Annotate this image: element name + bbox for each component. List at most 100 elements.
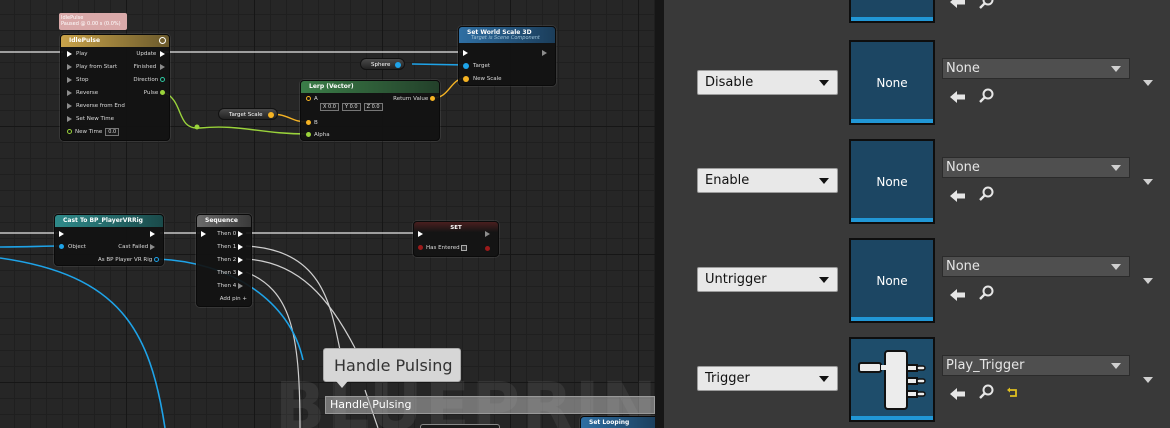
pin-seq-then4[interactable]: Then 4 (217, 282, 247, 290)
timeline-status-bubble: IdlePulse Paused @ 0.00 s (0.0%) (59, 13, 127, 30)
set-looping-header: Set Looping (581, 417, 655, 428)
pin-play[interactable]: Play (67, 50, 87, 58)
lerp-vector-node[interactable]: Lerp (Vector) A X 0.0 Y 0.0 Z 0.0 B Alpha … (300, 80, 440, 141)
pin-seq-exec[interactable] (201, 230, 210, 238)
pin-cast-as[interactable]: As BP Player VR Rig (98, 256, 159, 264)
sound-cue-icon (858, 350, 926, 410)
pin-cast-object[interactable]: Object (59, 243, 86, 251)
chevron-down-icon (1111, 165, 1121, 171)
timeline-node-header: IdlePulse (61, 35, 169, 47)
pin-seq-then0[interactable]: Then 0 (217, 230, 247, 238)
back-arrow-icon[interactable] (949, 0, 967, 10)
pin-lerp-a[interactable]: A (306, 95, 318, 103)
pin-lerp-b[interactable]: B (306, 119, 318, 127)
browse-search-icon[interactable] (978, 88, 996, 104)
details-panel: Disable None None Enable None None Untri… (664, 0, 1170, 428)
browse-search-icon[interactable] (978, 285, 996, 301)
pin-sws-exec[interactable] (463, 49, 472, 57)
pin-cast-failed[interactable]: Cast Failed (118, 243, 159, 251)
expand-chevron-icon[interactable] (1143, 179, 1153, 185)
asset-select-untrigger[interactable]: None (942, 256, 1130, 277)
pin-set-exec-out[interactable] (485, 230, 494, 238)
pin-cast-exec-out[interactable] (150, 230, 159, 238)
pin-cast-exec[interactable] (59, 230, 68, 238)
sphere-variable-node[interactable]: Sphere (360, 58, 406, 70)
asset-thumbnail-enable[interactable]: None (849, 139, 935, 224)
object-wire-1 (0, 245, 61, 248)
pin-reverse[interactable]: Reverse (67, 89, 98, 97)
set-output-pin[interactable] (485, 246, 490, 251)
set-has-entered-node[interactable]: SET Has Entered (413, 221, 499, 257)
pin-lerp-alpha[interactable]: Alpha (306, 131, 330, 139)
timeline-node-title: IdlePulse (69, 37, 101, 44)
set-world-scale-subtitle: Target is Scene Component (471, 35, 540, 41)
pin-finished[interactable]: Finished (134, 63, 165, 71)
target-scale-variable-node[interactable]: Target Scale (218, 108, 278, 120)
cast-node[interactable]: Cast To BP_PlayerVRRig Object Cast Faile… (54, 214, 164, 266)
timeline-node[interactable]: IdlePulse Play Play from Start Stop Reve… (60, 34, 170, 141)
browse-search-icon[interactable] (978, 0, 996, 10)
timeline-bubble-status: Paused @ 0.00 s (0.0%) (61, 21, 121, 27)
asset-thumbnail-0[interactable] (849, 0, 935, 23)
pin-set-new-time[interactable]: Set New Time (67, 115, 114, 123)
pin-sws-exec-out[interactable] (542, 49, 551, 57)
blueprint-graph[interactable]: BLUEPRINT IdlePulse Paused @ 0.00 s (0.0… (0, 0, 655, 428)
sequence-node[interactable]: Sequence Then 0 Then 1 Then 2 Then 3 The… (196, 214, 252, 307)
pin-seq-then1[interactable]: Then 1 (217, 243, 247, 251)
chevron-down-icon (819, 277, 829, 283)
set-looping-node[interactable]: Set Looping (580, 416, 655, 428)
pin-sws-target[interactable]: Target (463, 62, 490, 70)
has-entered-checkbox[interactable] (461, 244, 468, 251)
sequence-header: Sequence (197, 215, 251, 227)
back-arrow-icon[interactable] (949, 89, 967, 105)
pin-stop[interactable]: Stop (67, 76, 89, 84)
comment-title-bar[interactable]: Handle Pulsing (325, 396, 655, 414)
object-wire-2 (0, 257, 166, 428)
asset-thumbnail-disable[interactable]: None (849, 40, 935, 125)
comment-tooltip: Handle Pulsing (323, 348, 461, 388)
exec-wire-then3 (245, 271, 301, 428)
pin-pulse[interactable]: Pulse (144, 89, 165, 97)
asset-thumbnail-trigger[interactable] (849, 337, 935, 422)
pin-has-entered[interactable]: Has Entered (418, 244, 468, 252)
event-select-enable[interactable]: Enable (697, 168, 838, 193)
pin-lerp-return[interactable]: Return Value (393, 95, 435, 103)
pin-set-exec[interactable] (418, 230, 427, 238)
browse-search-icon[interactable] (978, 186, 996, 202)
chevron-down-icon (1111, 363, 1121, 369)
back-arrow-icon[interactable] (949, 386, 967, 402)
lerp-a-fields[interactable]: X 0.0 Y 0.0 Z 0.0 (317, 103, 383, 111)
panel-splitter[interactable] (655, 0, 664, 428)
event-select-untrigger[interactable]: Untrigger (697, 267, 838, 292)
back-arrow-icon[interactable] (949, 287, 967, 303)
pin-seq-then3[interactable]: Then 3 (217, 269, 247, 277)
new-time-value[interactable]: 0.0 (105, 128, 120, 136)
event-select-trigger[interactable]: Trigger (697, 366, 838, 391)
asset-select-enable[interactable]: None (942, 157, 1130, 178)
event-row-trigger: Trigger Play_Trigger (664, 337, 1170, 428)
expand-chevron-icon[interactable] (1143, 278, 1153, 284)
asset-select-disable[interactable]: None (942, 58, 1130, 79)
pin-update[interactable]: Update (136, 50, 165, 58)
back-arrow-icon[interactable] (949, 188, 967, 204)
event-select-disable[interactable]: Disable (697, 70, 838, 95)
set-looping-title: Set Looping (589, 419, 630, 426)
asset-select-trigger[interactable]: Play_Trigger (942, 355, 1130, 376)
pin-direction[interactable]: Direction (133, 76, 165, 84)
expand-chevron-icon[interactable] (1143, 80, 1153, 86)
pin-reverse-from-end[interactable]: Reverse from End (67, 102, 125, 110)
browse-search-icon[interactable] (978, 384, 996, 400)
chevron-down-icon (1111, 264, 1121, 270)
set-world-scale-node[interactable]: Set World Scale 3D Target is Scene Compo… (458, 26, 556, 86)
collapsed-node-edge[interactable] (420, 424, 500, 428)
add-pin-button[interactable]: Add pin + (220, 295, 247, 303)
expand-chevron-icon[interactable] (1143, 377, 1153, 383)
pin-seq-then2[interactable]: Then 2 (217, 256, 247, 264)
cast-title: Cast To BP_PlayerVRRig (63, 217, 143, 224)
pin-sws-new-scale[interactable]: New Scale (463, 75, 502, 83)
pin-new-time[interactable]: New Time 0.0 (67, 128, 120, 136)
exec-wire-then2 (245, 258, 356, 349)
reset-arrow-icon[interactable] (1006, 385, 1024, 401)
pin-play-from-start[interactable]: Play from Start (67, 63, 117, 71)
asset-thumbnail-untrigger[interactable]: None (849, 238, 935, 323)
